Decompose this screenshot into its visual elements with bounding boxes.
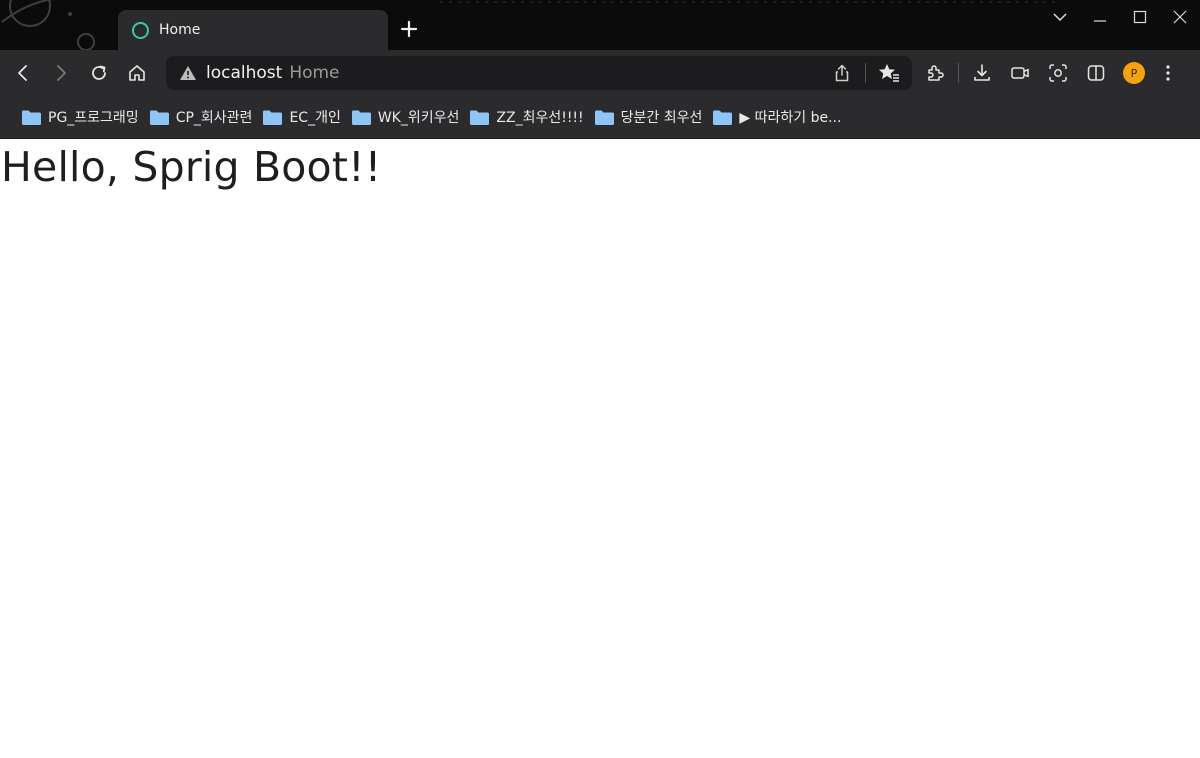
browser-tools: P: [916, 54, 1183, 92]
warning-icon: [180, 66, 196, 80]
bookmark-label: EC_개인: [289, 110, 341, 126]
navigation-buttons: [4, 54, 156, 92]
bookmark-folder[interactable]: EC_개인: [263, 103, 341, 131]
site-info-button[interactable]: [178, 63, 198, 83]
folder-icon: [351, 110, 371, 125]
bookmark-label: WK_위키우선: [377, 110, 460, 126]
plus-icon: [400, 20, 418, 38]
avatar: P: [1123, 62, 1145, 84]
forward-icon: [57, 65, 66, 81]
folder-icon: [263, 110, 283, 125]
downloads-button[interactable]: [963, 54, 1001, 92]
back-icon: [18, 65, 27, 81]
address-page-title: Home: [289, 63, 340, 83]
chevron-down-icon: [1053, 13, 1067, 22]
bookmark-label: ZZ_최우선!!!!: [496, 110, 584, 126]
new-tab-button[interactable]: [396, 16, 422, 42]
address-bar-separator: [865, 63, 866, 83]
screenshot-button[interactable]: [1039, 54, 1077, 92]
bookmark-folder[interactable]: ZZ_최우선!!!!: [470, 103, 584, 131]
screenshot-icon: [1049, 64, 1067, 82]
theme-decoration-icon: [1, 0, 95, 50]
split-screen-button[interactable]: [1077, 54, 1115, 92]
bookmarks-bar: PG_프로그래밍 CP_회사관련 EC_개인 WK_위키우선 ZZ_최우선!!!…: [0, 96, 1200, 139]
maximize-button[interactable]: [1120, 0, 1160, 34]
folder-icon: [713, 110, 733, 125]
folder-icon: [22, 110, 41, 125]
title-bar: Home: [0, 0, 1200, 50]
maximize-icon: [1133, 10, 1147, 24]
forward-button[interactable]: [42, 54, 80, 92]
reload-icon: [92, 65, 106, 80]
minimize-button[interactable]: [1080, 0, 1120, 34]
profile-button[interactable]: P: [1115, 54, 1153, 92]
bookmark-label: CP_회사관련: [175, 110, 253, 126]
favorites-star-icon: [879, 64, 899, 82]
close-icon: [1173, 10, 1187, 24]
favorites-button[interactable]: [872, 57, 906, 89]
reload-button[interactable]: [80, 54, 118, 92]
screen-capture-button[interactable]: [1001, 54, 1039, 92]
window-controls: [1040, 0, 1200, 34]
minimize-icon: [1094, 20, 1106, 22]
bookmark-folder[interactable]: WK_위키우선: [351, 103, 460, 131]
menu-dots-icon: [1166, 65, 1170, 81]
menu-button[interactable]: [1153, 54, 1183, 92]
folder-icon: [149, 110, 169, 125]
tab-favicon-icon: [132, 21, 149, 39]
share-icon: [835, 64, 849, 82]
page-heading: Hello, Sprig Boot!!: [1, 143, 382, 191]
back-button[interactable]: [4, 54, 42, 92]
bookmark-label: 당분간 최우선: [620, 110, 703, 126]
extensions-button[interactable]: [916, 54, 954, 92]
download-icon: [974, 64, 990, 81]
extensions-icon: [928, 65, 944, 81]
screen-capture-icon: [1011, 67, 1029, 79]
toolbar-separator: [958, 63, 959, 83]
share-button[interactable]: [825, 57, 859, 89]
tab-home[interactable]: Home: [118, 10, 388, 50]
address-host: localhost: [206, 63, 283, 83]
tab-title: Home: [159, 22, 201, 38]
bookmark-label: ▶ 따라하기 be...: [739, 110, 842, 126]
page-content: Hello, Sprig Boot!!: [0, 139, 1200, 758]
bookmark-label: PG_프로그래밍: [48, 110, 139, 126]
bookmark-folder[interactable]: CP_회사관련: [149, 103, 253, 131]
address-bar-actions: [825, 57, 906, 89]
folder-icon: [470, 110, 490, 125]
bookmark-folder[interactable]: ▶ 따라하기 be...: [713, 103, 841, 131]
tab-search-button[interactable]: [1040, 0, 1080, 34]
address-bar[interactable]: localhost Home: [166, 56, 912, 90]
toolbar: localhost Home P: [0, 50, 1200, 96]
bookmark-folder[interactable]: 당분간 최우선: [594, 103, 703, 131]
folder-icon: [594, 110, 614, 125]
bookmark-folder[interactable]: PG_프로그래밍: [22, 103, 139, 131]
split-screen-icon: [1087, 65, 1105, 81]
close-window-button[interactable]: [1160, 0, 1200, 34]
theme-stars-icon: [440, 1, 1060, 3]
home-icon: [129, 65, 145, 81]
home-button[interactable]: [118, 54, 156, 92]
